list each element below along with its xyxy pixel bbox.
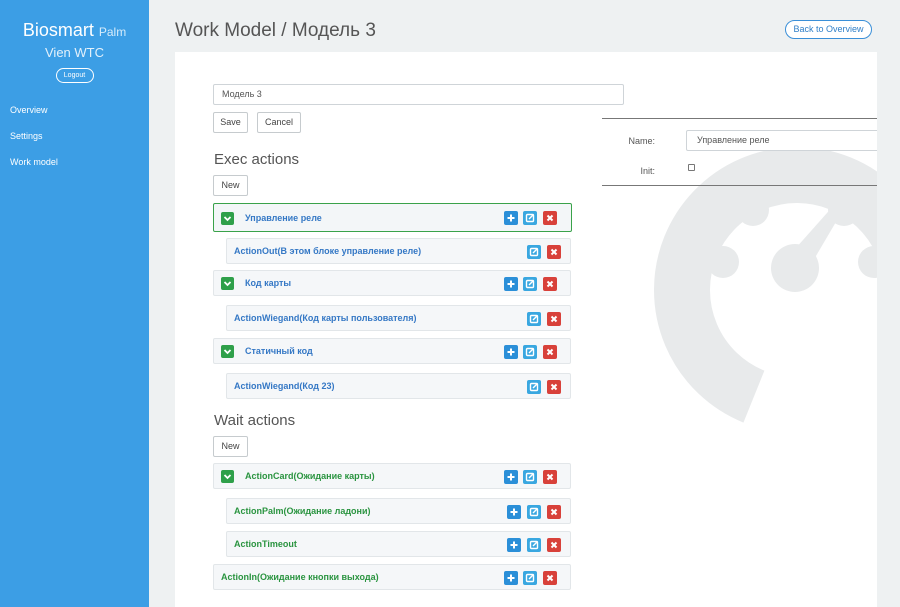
add-icon[interactable] <box>504 211 518 225</box>
chevron-down-icon[interactable] <box>221 345 234 358</box>
main-panel: Модель 3 Save Cancel Exec actions New Уп… <box>175 52 877 607</box>
exec-action-label: ActionOut(В этом блоке управление реле) <box>234 246 422 256</box>
delete-icon[interactable] <box>547 505 561 519</box>
exec-action-item[interactable]: ActionOut(В этом блоке управление реле) <box>226 238 571 264</box>
delete-icon[interactable] <box>547 380 561 394</box>
sidebar-item-work-model[interactable]: Work model <box>0 152 149 172</box>
brand-name: Biosmart <box>22 20 94 40</box>
edit-icon[interactable] <box>527 380 541 394</box>
wait-actions-title: Wait actions <box>214 412 296 429</box>
props-divider-bottom <box>602 185 877 186</box>
delete-icon[interactable] <box>543 470 557 484</box>
init-checkbox[interactable] <box>688 164 695 171</box>
chevron-down-icon[interactable] <box>221 277 234 290</box>
brand-sub: Palm <box>98 25 127 39</box>
sidebar-nav: Overview Settings Work model <box>0 100 149 172</box>
cancel-button[interactable]: Cancel <box>257 112 301 133</box>
exec-actions-title: Exec actions <box>214 151 300 168</box>
delete-icon[interactable] <box>543 345 557 359</box>
delete-icon[interactable] <box>543 277 557 291</box>
sidebar-item-overview[interactable]: Overview <box>0 100 149 120</box>
add-icon[interactable] <box>507 505 521 519</box>
edit-icon[interactable] <box>523 470 537 484</box>
exec-new-button[interactable]: New <box>213 175 248 196</box>
exec-action-label: Статичный код <box>245 346 313 356</box>
wait-action-item[interactable]: ActionPalm(Ожидание ладони) <box>226 498 571 524</box>
sidebar: Biosmart Palm Vien WTC Logout Overview S… <box>0 0 149 607</box>
wait-action-label: ActionPalm(Ожидание ладони) <box>234 506 371 516</box>
wait-action-label: ActionCard(Ожидание карты) <box>245 471 375 481</box>
add-icon[interactable] <box>504 345 518 359</box>
edit-icon[interactable] <box>523 277 537 291</box>
props-divider-top <box>602 118 877 119</box>
init-label: Init: <box>640 166 655 176</box>
action-name-input[interactable]: Управление реле <box>686 130 877 151</box>
add-icon[interactable] <box>504 470 518 484</box>
logout-button[interactable]: Logout <box>55 68 94 83</box>
exec-action-label: Управление реле <box>245 213 322 223</box>
wait-action-item[interactable]: ActionIn(Ожидание кнопки выхода) <box>213 564 571 590</box>
edit-icon[interactable] <box>527 538 541 552</box>
wait-action-label: ActionTimeout <box>234 539 297 549</box>
save-button[interactable]: Save <box>213 112 248 133</box>
exec-action-label: ActionWiegand(Код карты пользователя) <box>234 313 417 323</box>
exec-action-item[interactable]: Код карты <box>213 270 571 296</box>
page-title: Work Model / Модель 3 <box>175 20 376 41</box>
delete-icon[interactable] <box>547 312 561 326</box>
edit-icon[interactable] <box>523 345 537 359</box>
model-name-input[interactable]: Модель 3 <box>213 84 624 105</box>
edit-icon[interactable] <box>527 505 541 519</box>
exec-action-item[interactable]: Статичный код <box>213 338 571 364</box>
back-to-overview-button[interactable]: Back to Overview <box>785 20 872 39</box>
edit-icon[interactable] <box>527 245 541 259</box>
delete-icon[interactable] <box>547 245 561 259</box>
wait-action-item[interactable]: ActionCard(Ожидание карты) <box>213 463 571 489</box>
add-icon[interactable] <box>504 571 518 585</box>
exec-action-label: ActionWiegand(Код 23) <box>234 381 335 391</box>
brand: Biosmart Palm <box>0 20 149 42</box>
add-icon[interactable] <box>504 277 518 291</box>
exec-action-label: Код карты <box>245 278 292 288</box>
chevron-down-icon[interactable] <box>221 212 234 225</box>
delete-icon[interactable] <box>543 571 557 585</box>
wait-action-label: ActionIn(Ожидание кнопки выхода) <box>221 572 379 582</box>
exec-action-item[interactable]: ActionWiegand(Код карты пользователя) <box>226 305 571 331</box>
sidebar-item-settings[interactable]: Settings <box>0 126 149 146</box>
delete-icon[interactable] <box>547 538 561 552</box>
wait-new-button[interactable]: New <box>213 436 248 457</box>
edit-icon[interactable] <box>523 211 537 225</box>
exec-action-item[interactable]: Управление реле <box>213 203 572 232</box>
delete-icon[interactable] <box>543 211 557 225</box>
wait-action-item[interactable]: ActionTimeout <box>226 531 571 557</box>
edit-icon[interactable] <box>527 312 541 326</box>
org-name: Vien WTC <box>45 45 104 60</box>
chevron-down-icon[interactable] <box>221 470 234 483</box>
exec-action-item[interactable]: ActionWiegand(Код 23) <box>226 373 571 399</box>
name-label: Name: <box>628 136 655 146</box>
edit-icon[interactable] <box>523 571 537 585</box>
add-icon[interactable] <box>507 538 521 552</box>
